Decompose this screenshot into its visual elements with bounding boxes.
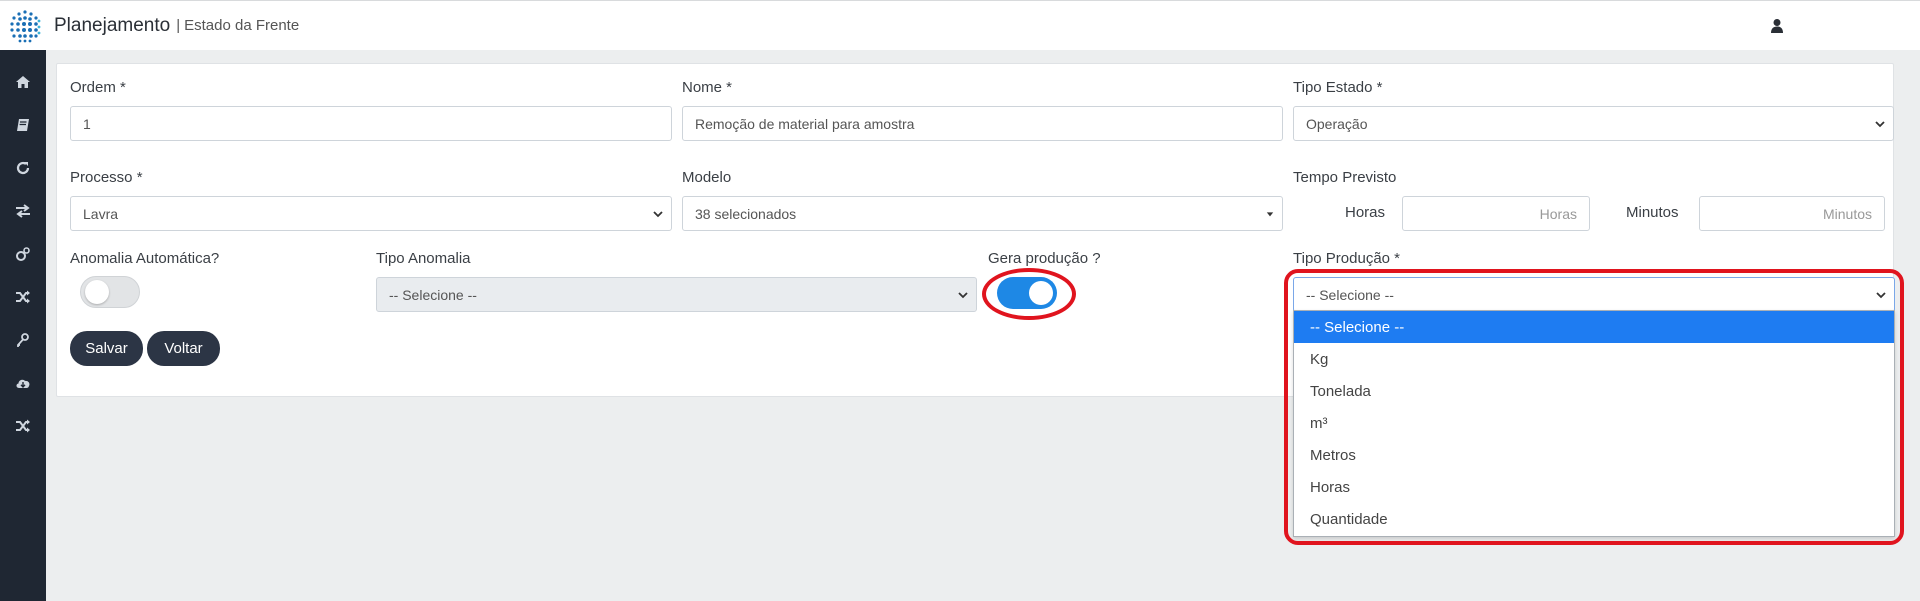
chevron-down-icon: [1875, 121, 1885, 128]
gera-producao-label: Gera produção ?: [988, 250, 1101, 267]
exchange-icon: [16, 203, 30, 218]
sidebar-item-book[interactable]: [0, 103, 46, 146]
annotation-rectangle: [1284, 269, 1904, 545]
tempo-previsto-label: Tempo Previsto: [1293, 169, 1397, 186]
shuffle-icon: [16, 290, 30, 303]
toggle-knob: [85, 280, 109, 304]
sidebar: [0, 50, 46, 601]
refresh-icon: [16, 161, 30, 174]
page-subtitle: Estado da Frente: [184, 17, 300, 34]
tipo-estado-value: Operação: [1306, 115, 1368, 132]
nome-label: Nome *: [682, 79, 733, 96]
chevron-down-icon: [958, 292, 968, 299]
chevron-down-icon: [653, 211, 663, 218]
minutos-label: Minutos: [1626, 204, 1679, 221]
ordem-input[interactable]: 1: [70, 106, 672, 141]
sidebar-item-shuffle-2[interactable]: [0, 404, 46, 447]
ordem-label: Ordem *: [70, 79, 126, 96]
tipo-anomalia-value: -- Selecione --: [389, 286, 477, 303]
book-icon: [17, 118, 29, 131]
modelo-value: 38 selecionados: [695, 205, 797, 222]
annotation-circle: [982, 268, 1076, 320]
processo-value: Lavra: [83, 205, 119, 222]
minutos-input[interactable]: Minutos: [1699, 196, 1885, 231]
sidebar-item-shuffle[interactable]: [0, 275, 46, 318]
nome-input[interactable]: Remoção de material para amostra: [682, 106, 1283, 141]
gears-icon: [16, 246, 30, 261]
shuffle-icon: [16, 419, 30, 432]
caret-down-icon: [1266, 212, 1274, 217]
tipo-estado-label: Tipo Estado *: [1293, 79, 1383, 96]
tipo-anomalia-label: Tipo Anomalia: [376, 250, 471, 267]
dots-logo-icon[interactable]: [2, 3, 48, 49]
tipo-estado-select[interactable]: Operação: [1293, 106, 1894, 141]
sidebar-item-gears[interactable]: [0, 232, 46, 275]
sidebar-item-key[interactable]: [0, 318, 46, 361]
sidebar-item-exchange[interactable]: [0, 189, 46, 232]
processo-select[interactable]: Lavra: [70, 196, 672, 231]
modelo-multiselect[interactable]: 38 selecionados: [682, 196, 1283, 231]
page-title: Planejamento: [54, 14, 171, 36]
anomalia-automatica-label: Anomalia Automática?: [70, 250, 220, 267]
title-separator: |: [176, 17, 181, 34]
top-bar: Planejamento | Estado da Frente: [0, 0, 1920, 50]
save-button[interactable]: Salvar: [70, 331, 143, 366]
horas-input[interactable]: Horas: [1402, 196, 1590, 231]
key-icon: [17, 332, 29, 347]
sidebar-item-refresh[interactable]: [0, 146, 46, 189]
tipo-anomalia-select[interactable]: -- Selecione --: [376, 277, 977, 312]
cloud-download-icon: [16, 379, 30, 388]
back-button[interactable]: Voltar: [147, 331, 220, 366]
sidebar-item-cloud-download[interactable]: [0, 361, 46, 404]
tipo-producao-label: Tipo Produção *: [1293, 250, 1401, 267]
anomalia-automatica-toggle[interactable]: [80, 276, 140, 308]
horas-label: Horas: [1345, 204, 1386, 221]
modelo-label: Modelo: [682, 169, 732, 186]
sidebar-item-home[interactable]: [0, 60, 46, 103]
home-icon: [16, 75, 30, 88]
user-icon[interactable]: [1770, 18, 1784, 34]
processo-label: Processo *: [70, 169, 143, 186]
